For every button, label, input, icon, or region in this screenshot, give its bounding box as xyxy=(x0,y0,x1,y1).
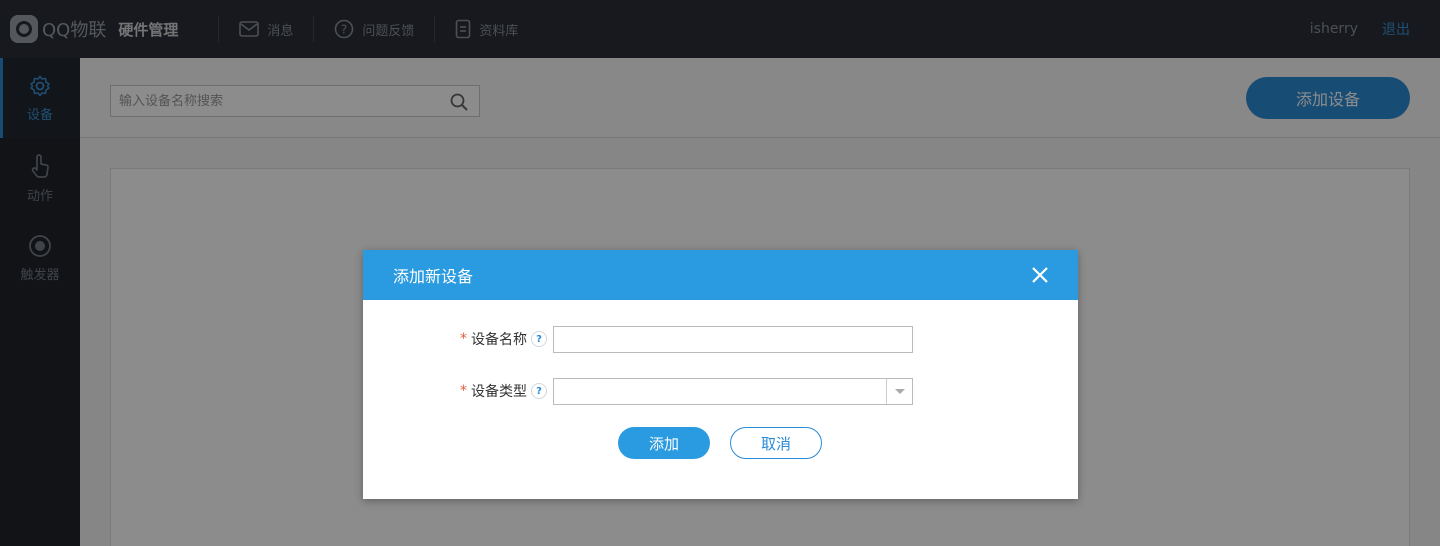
dialog-actions: 添加 取消 xyxy=(618,427,822,459)
chevron-down-icon[interactable] xyxy=(886,378,912,404)
help-icon[interactable]: ? xyxy=(531,331,547,347)
form-row-device-type: * 设备类型 ? xyxy=(363,377,913,405)
device-name-field xyxy=(553,325,913,353)
field-label: 设备类型 xyxy=(471,384,527,400)
close-icon[interactable] xyxy=(1030,265,1050,285)
required-mark: * xyxy=(460,331,467,347)
device-type-value[interactable] xyxy=(554,378,912,404)
cancel-button[interactable]: 取消 xyxy=(730,427,822,459)
form-row-device-name: * 设备名称 ? xyxy=(363,325,913,353)
device-name-label: * 设备名称 xyxy=(363,329,527,349)
dialog-title: 添加新设备 xyxy=(393,267,474,286)
device-type-label: * 设备类型 xyxy=(363,381,527,401)
add-device-dialog: 添加新设备 * 设备名称 ? * 设备类型 ? 添加 取消 xyxy=(363,250,1078,499)
submit-add-button[interactable]: 添加 xyxy=(618,427,710,459)
device-name-input[interactable] xyxy=(554,326,912,352)
dialog-header: 添加新设备 xyxy=(363,250,1078,300)
required-mark: * xyxy=(460,383,467,399)
field-label: 设备名称 xyxy=(471,332,527,348)
help-icon[interactable]: ? xyxy=(531,383,547,399)
device-type-select[interactable] xyxy=(553,377,913,405)
